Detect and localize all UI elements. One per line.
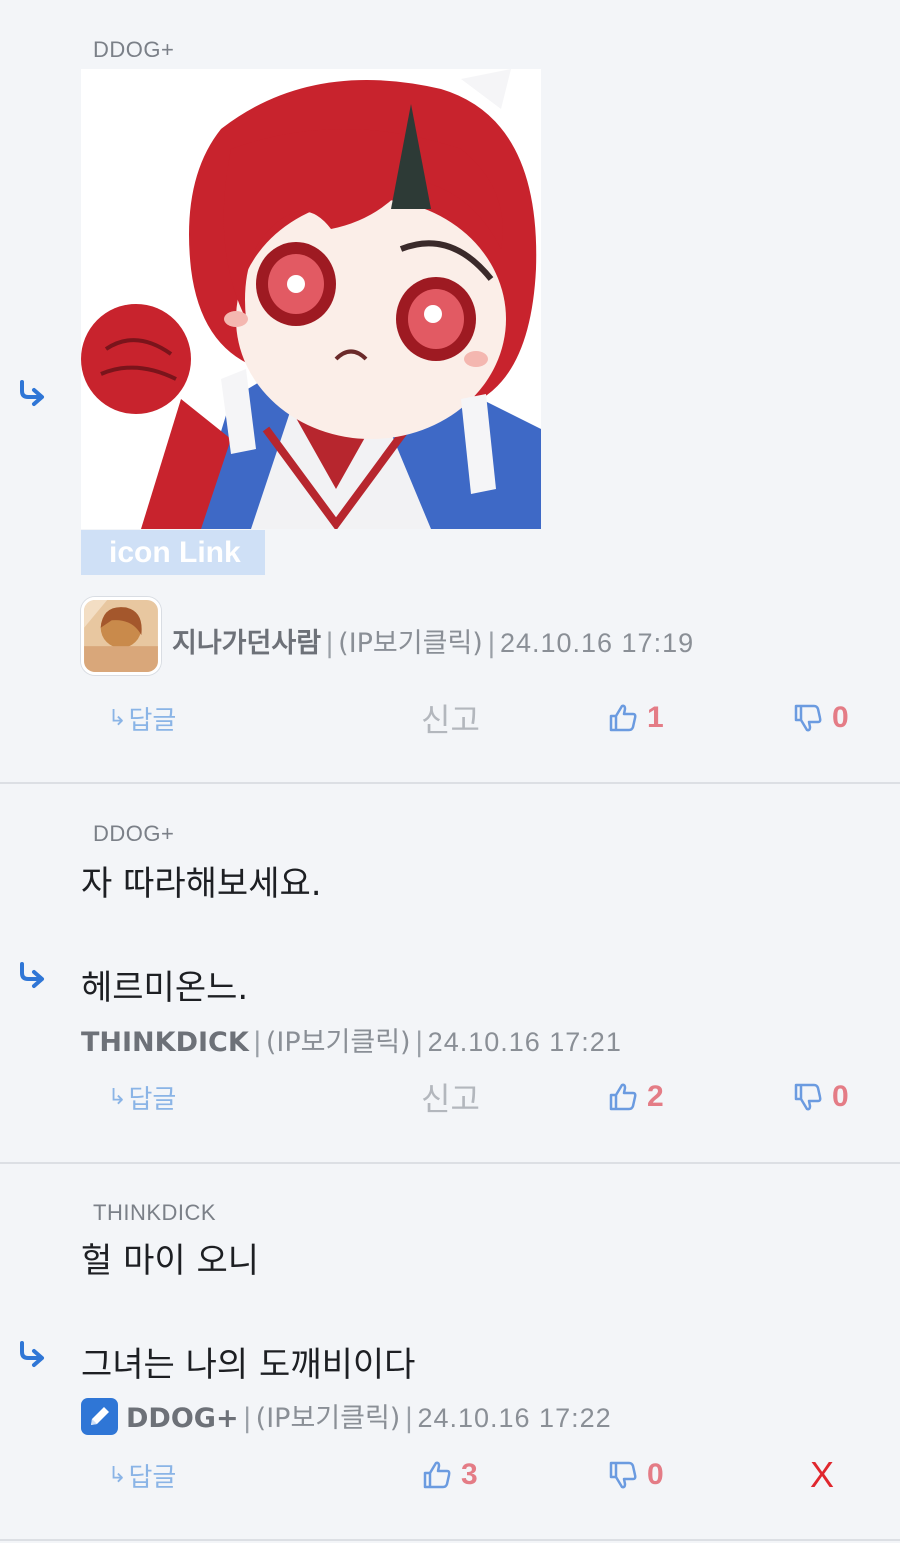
comment-item: DDOG+ 자 따라해보세요. 헤르미온느. THINKDICK | (IP보기클릭… xyxy=(0,784,900,1164)
thumbs-up-icon xyxy=(609,1083,637,1111)
timestamp: 24.10.16 17:19 xyxy=(499,628,695,658)
comment-text-line: 자 따라해보세요. xyxy=(81,864,322,904)
like-count: 2 xyxy=(647,1080,664,1113)
mention-label: DDOG+ xyxy=(93,37,175,62)
sticker-image[interactable] xyxy=(81,69,541,529)
comment-item: THINKDICK 헐 마이 오니 그녀는 나의 도깨비이다 DDOG+ | (IP… xyxy=(0,1164,900,1541)
ip-view-link[interactable]: (IP보기클릭) xyxy=(256,1403,401,1434)
dislike-button[interactable]: 0 xyxy=(792,698,849,738)
report-button[interactable]: 신고 xyxy=(421,1077,480,1118)
thumbs-down-icon xyxy=(794,704,822,732)
reply-arrow-icon xyxy=(17,379,47,407)
dislike-count: 0 xyxy=(832,1080,849,1113)
delete-button[interactable]: X xyxy=(810,1454,834,1495)
separator: | xyxy=(404,1403,414,1434)
like-button[interactable]: 3 xyxy=(421,1455,478,1495)
author-name[interactable]: 지나가던사람 xyxy=(172,628,321,659)
report-button[interactable]: 신고 xyxy=(421,698,480,739)
dislike-count: 0 xyxy=(832,701,849,734)
reply-arrow-icon xyxy=(17,1340,47,1368)
separator: | xyxy=(414,1027,424,1058)
like-button[interactable]: 1 xyxy=(607,698,664,738)
timestamp: 24.10.16 17:21 xyxy=(427,1027,622,1057)
dislike-count: 0 xyxy=(647,1458,664,1491)
like-button[interactable]: 2 xyxy=(607,1077,664,1117)
ip-view-link[interactable]: (IP보기클릭) xyxy=(266,1027,411,1058)
thumbs-down-icon xyxy=(794,1083,822,1111)
reply-small-icon: ↳ xyxy=(108,1462,127,1488)
reply-button[interactable]: ↳ 답글 xyxy=(108,698,176,738)
like-count: 1 xyxy=(647,701,664,734)
reply-arrow-icon xyxy=(17,961,47,989)
reply-label: 답글 xyxy=(128,1084,177,1115)
dislike-button[interactable]: 0 xyxy=(607,1455,664,1495)
thumbs-up-icon xyxy=(423,1461,451,1489)
separator: | xyxy=(242,1403,252,1434)
reply-small-icon: ↳ xyxy=(108,705,127,731)
comment-actions: ↳ 답글 3 0 X xyxy=(0,1454,900,1495)
mention-label: THINKDICK xyxy=(93,1200,217,1225)
icon-link-label[interactable]: icon Link xyxy=(81,530,265,575)
comment-text-line: 그녀는 나의 도깨비이다 xyxy=(81,1345,416,1385)
comment-actions: ↳ 답글 신고 2 0 xyxy=(0,1077,900,1118)
comment-actions: ↳ 답글 신고 1 0 xyxy=(0,698,900,739)
ip-view-link[interactable]: (IP보기클릭) xyxy=(338,628,483,659)
separator: | xyxy=(252,1027,262,1058)
comment-text-line: 헐 마이 오니 xyxy=(81,1241,260,1281)
mention-label: DDOG+ xyxy=(93,821,175,846)
reply-label: 답글 xyxy=(128,705,177,736)
author-name[interactable]: DDOG+ xyxy=(126,1403,239,1434)
thumbs-down-icon xyxy=(609,1461,637,1489)
like-count: 3 xyxy=(461,1458,478,1491)
timestamp: 24.10.16 17:22 xyxy=(417,1403,612,1433)
thumbs-up-icon xyxy=(609,704,637,732)
separator: | xyxy=(325,628,335,659)
reply-button[interactable]: ↳ 답글 xyxy=(108,1077,176,1117)
dislike-button[interactable]: 0 xyxy=(792,1077,849,1117)
reply-button[interactable]: ↳ 답글 xyxy=(108,1455,176,1495)
reply-label: 답글 xyxy=(128,1462,177,1493)
comment-text-line: 헤르미온느. xyxy=(81,968,249,1008)
author-name[interactable]: THINKDICK xyxy=(81,1027,249,1058)
comment-item: DDOG+ icon Link 지나가던사람 | (IP보기클릭) | 24.1… xyxy=(0,0,900,784)
avatar[interactable] xyxy=(81,597,161,675)
reply-small-icon: ↳ xyxy=(108,1084,127,1110)
separator: | xyxy=(486,628,496,659)
edit-pencil-icon xyxy=(81,1398,118,1435)
